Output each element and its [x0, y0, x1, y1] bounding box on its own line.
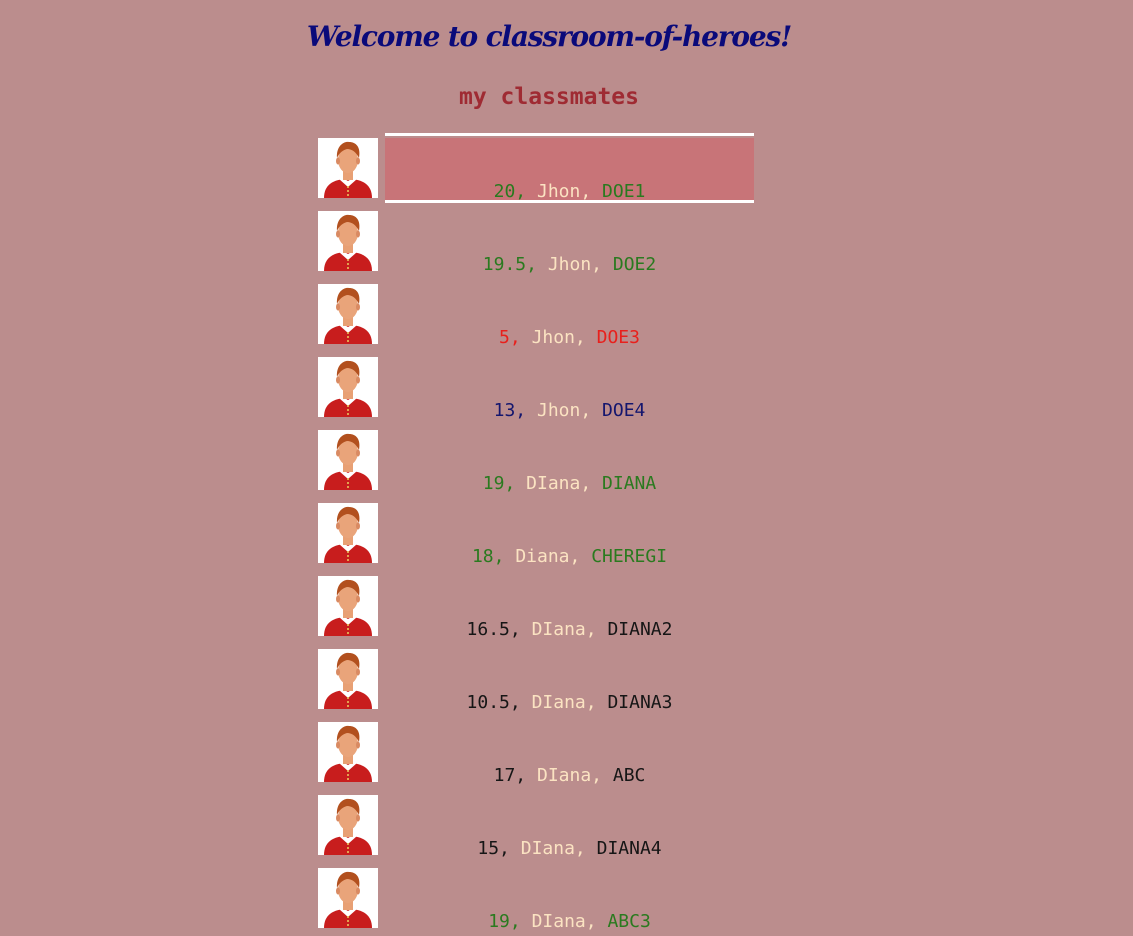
- student-last-name: DOE4: [602, 400, 646, 421]
- student-row: 17, DIana, ABC: [318, 717, 758, 790]
- student-first-name: DIana: [531, 619, 586, 640]
- student-first-name: Diana: [515, 546, 570, 567]
- student-info: 17, DIana, ABC: [493, 765, 646, 786]
- student-grade: 15: [477, 838, 500, 859]
- student-card[interactable]: 16.5, DIana, DIANA2: [385, 571, 754, 641]
- student-last-name: CHEREGI: [591, 546, 668, 567]
- student-card[interactable]: 19.5, Jhon, DOE2: [385, 206, 754, 276]
- student-card[interactable]: 13, Jhon, DOE4: [385, 352, 754, 422]
- student-avatar-icon[interactable]: [318, 722, 378, 782]
- student-info: 19.5, Jhon, DOE2: [482, 254, 657, 275]
- student-first-name: DIana: [531, 692, 586, 713]
- student-last-name: DIANA2: [607, 619, 673, 640]
- student-avatar-icon[interactable]: [318, 503, 378, 563]
- student-first-name: DIana: [526, 473, 581, 494]
- student-row: 5, Jhon, DOE3: [318, 279, 758, 352]
- student-avatar-icon[interactable]: [318, 795, 378, 855]
- student-row: 19, DIana, ABC3: [318, 863, 758, 936]
- student-row: 15, DIana, DIANA4: [318, 790, 758, 863]
- student-grade: 16.5: [466, 619, 510, 640]
- classmates-list: 20, Jhon, DOE1 19.5, Jhon, DOE2 5, Jhon, D…: [318, 133, 758, 936]
- student-last-name: ABC3: [607, 911, 651, 932]
- student-avatar-icon[interactable]: [318, 284, 378, 344]
- student-row: 16.5, DIana, DIANA2: [318, 571, 758, 644]
- student-card[interactable]: 18, Diana, CHEREGI: [385, 498, 754, 568]
- student-info: 16.5, DIana, DIANA2: [466, 619, 673, 640]
- student-grade: 13: [493, 400, 516, 421]
- student-last-name: DOE2: [612, 254, 657, 275]
- student-card[interactable]: 17, DIana, ABC: [385, 717, 754, 787]
- student-avatar-icon[interactable]: [318, 868, 378, 928]
- student-row: 20, Jhon, DOE1: [318, 133, 758, 206]
- student-avatar-icon[interactable]: [318, 649, 378, 709]
- student-card[interactable]: 15, DIana, DIANA4: [385, 790, 754, 860]
- student-avatar-icon[interactable]: [318, 211, 378, 271]
- student-info: 5, Jhon, DOE3: [499, 327, 640, 348]
- student-row: 13, Jhon, DOE4: [318, 352, 758, 425]
- student-row: 18, Diana, CHEREGI: [318, 498, 758, 571]
- student-last-name: DOE1: [602, 181, 646, 202]
- student-first-name: Jhon: [547, 254, 592, 275]
- student-info: 18, Diana, CHEREGI: [471, 546, 668, 567]
- student-row: 10.5, DIana, DIANA3: [318, 644, 758, 717]
- student-first-name: DIana: [531, 911, 586, 932]
- student-card[interactable]: 19, DIana, ABC3: [385, 863, 754, 933]
- student-card[interactable]: 10.5, DIana, DIANA3: [385, 644, 754, 714]
- student-last-name: DIANA4: [596, 838, 662, 859]
- student-grade: 18: [471, 546, 494, 567]
- student-grade: 10.5: [466, 692, 510, 713]
- student-grade: 19: [482, 473, 505, 494]
- student-grade: 17: [493, 765, 516, 786]
- student-avatar-icon[interactable]: [318, 138, 378, 198]
- student-info: 15, DIana, DIANA4: [477, 838, 662, 859]
- student-card[interactable]: 20, Jhon, DOE1: [385, 133, 754, 203]
- student-grade: 19: [488, 911, 510, 932]
- student-avatar-icon[interactable]: [318, 576, 378, 636]
- student-avatar-icon[interactable]: [318, 430, 378, 490]
- student-first-name: DIana: [520, 838, 575, 859]
- student-grade: 20: [493, 181, 516, 202]
- student-grade: 19.5: [482, 254, 527, 275]
- student-last-name: DIANA3: [607, 692, 673, 713]
- classmates-heading: my classmates: [458, 84, 639, 110]
- student-row: 19, DIana, DIANA: [318, 425, 758, 498]
- student-info: 19, DIana, ABC3: [488, 911, 651, 932]
- page-title: Welcome to classroom-of-heroes!: [306, 20, 792, 53]
- student-info: 19, DIana, DIANA: [482, 473, 657, 494]
- student-card[interactable]: 19, DIana, DIANA: [385, 425, 754, 495]
- student-first-name: DIana: [536, 765, 592, 786]
- student-info: 13, Jhon, DOE4: [493, 400, 646, 421]
- student-avatar-icon[interactable]: [318, 357, 378, 417]
- student-info: 10.5, DIana, DIANA3: [466, 692, 673, 713]
- student-first-name: Jhon: [536, 400, 581, 421]
- student-row: 19.5, Jhon, DOE2: [318, 206, 758, 279]
- student-first-name: Jhon: [531, 327, 575, 348]
- student-last-name: DIANA: [602, 473, 657, 494]
- student-card[interactable]: 5, Jhon, DOE3: [385, 279, 754, 349]
- student-info: 20, Jhon, DOE1: [493, 181, 646, 202]
- student-last-name: DOE3: [596, 327, 640, 348]
- student-first-name: Jhon: [536, 181, 581, 202]
- student-grade: 5: [499, 327, 510, 348]
- student-last-name: ABC: [612, 765, 646, 786]
